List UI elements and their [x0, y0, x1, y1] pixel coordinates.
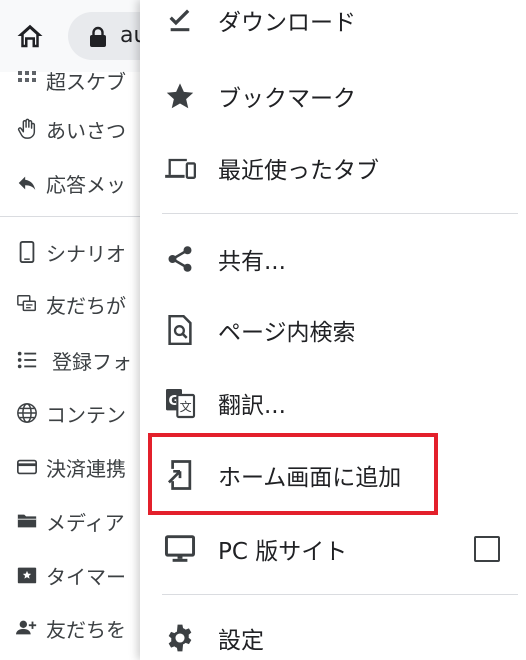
sidebar-item-3[interactable]: シナリオ: [0, 232, 160, 272]
download-done-icon: [164, 4, 196, 36]
devices-icon: [164, 152, 196, 184]
grid-icon: [16, 69, 38, 91]
sidebar-item-1[interactable]: あいさつ: [0, 109, 160, 149]
star-icon: [164, 80, 196, 112]
sidebar-item-label: シナリオ: [46, 241, 126, 266]
sidebar-item-label: 超スケブ: [46, 69, 126, 94]
desktop-site-checkbox[interactable]: [474, 536, 500, 562]
page-sidebar: 超スケブ あいさつ 応答メッ シナリオ 友だちが 登録フォ コンテン 決済連携 …: [0, 60, 160, 660]
lock-icon: [90, 26, 106, 47]
menu-item-find-in-page[interactable]: ページ内検索: [140, 298, 526, 362]
sidebar-item-label: 登録フォ: [52, 349, 132, 374]
list-icon: [16, 349, 38, 371]
sidebar-item-7[interactable]: 決済連携: [0, 447, 160, 487]
sidebar-item-label: 友だちを: [46, 617, 126, 642]
menu-item-download[interactable]: ダウンロード: [140, 0, 526, 52]
sidebar-item-6[interactable]: コンテン: [0, 393, 160, 433]
chat-icon: [16, 293, 38, 315]
menu-item-label: PC 版サイト: [218, 539, 348, 565]
folder-icon: [16, 510, 38, 532]
menu-divider: [162, 213, 518, 214]
menu-item-label: 設定: [218, 628, 264, 654]
menu-item-share[interactable]: 共有...: [140, 227, 526, 291]
menu-item-settings[interactable]: 設定: [140, 606, 526, 660]
gear-icon: [164, 622, 196, 654]
phone-icon: [16, 241, 38, 263]
sidebar-item-2[interactable]: 応答メッ: [0, 163, 160, 203]
screen: au 超スケブ あいさつ 応答メッ シナリオ 友だちが 登録フォ コンテン 決済…: [0, 0, 526, 660]
menu-divider: [162, 594, 518, 595]
sidebar-item-10[interactable]: 友だちを: [0, 608, 160, 648]
svg-text:文: 文: [180, 399, 192, 414]
desktop-icon: [164, 533, 196, 565]
menu-item-label: 翻訳...: [218, 393, 286, 419]
sidebar-item-label: 友だちが: [46, 293, 126, 318]
sidebar-item-8[interactable]: メディア: [0, 501, 160, 541]
sidebar-item-label: コンテン: [46, 402, 126, 427]
menu-item-label: 最近使ったタブ: [218, 158, 379, 184]
sidebar-item-9[interactable]: タイマー: [0, 555, 160, 595]
menu-item-desktop-site[interactable]: PC 版サイト: [140, 517, 526, 581]
sidebar-item-4[interactable]: 友だちが: [0, 284, 160, 324]
menu-item-label: ブックマーク: [218, 86, 356, 112]
menu-item-label: ホーム画面に追加: [218, 465, 402, 491]
reply-icon: [16, 172, 38, 194]
timer-icon: [16, 564, 38, 586]
menu-item-recent-tabs[interactable]: 最近使ったタブ: [140, 136, 526, 200]
sidebar-item-label: タイマー: [46, 564, 126, 589]
home-icon: [17, 24, 43, 48]
add-to-home-screen-icon: [164, 459, 196, 491]
translate-icon: G文: [164, 387, 196, 419]
menu-item-translate[interactable]: G文 翻訳...: [140, 371, 526, 435]
sidebar-item-label: あいさつ: [46, 118, 126, 143]
sidebar-item-label: メディア: [46, 510, 125, 535]
sidebar-item-label: 決済連携: [46, 456, 126, 481]
sidebar-divider: [0, 216, 145, 217]
add-person-icon: [16, 617, 38, 639]
card-icon: [16, 456, 38, 478]
menu-item-bookmarks[interactable]: ブックマーク: [140, 64, 526, 128]
menu-item-add-to-home[interactable]: ホーム画面に追加: [140, 443, 526, 507]
sidebar-item-label: 応答メッ: [46, 172, 126, 197]
menu-item-label: ダウンロード: [218, 10, 356, 36]
find-in-page-icon: [164, 314, 196, 346]
menu-item-label: 共有...: [218, 249, 286, 275]
sidebar-item-5[interactable]: 登録フォ: [0, 340, 160, 380]
hand-icon: [16, 118, 38, 140]
menu-item-label: ページ内検索: [218, 320, 356, 346]
globe-icon: [16, 402, 38, 424]
share-icon: [164, 243, 196, 275]
home-button[interactable]: [12, 18, 48, 54]
sidebar-item-0[interactable]: 超スケブ: [0, 60, 160, 100]
overflow-menu: ダウンロード ブックマーク 最近使ったタブ 共有... ページ内検索 G 文 翻…: [140, 0, 526, 660]
